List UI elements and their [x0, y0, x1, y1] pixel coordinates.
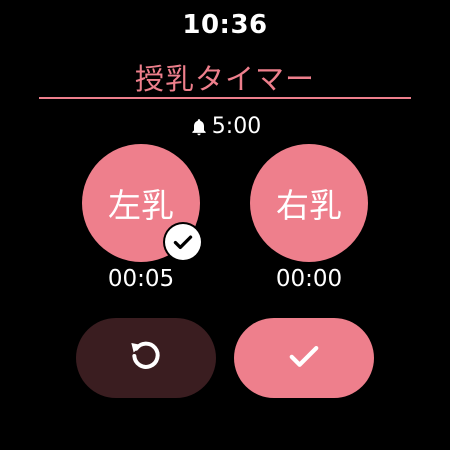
right-breast-button[interactable]: 右乳 — [250, 144, 368, 262]
bell-icon — [189, 117, 209, 137]
status-time: 10:36 — [182, 10, 268, 40]
left-elapsed-time: 00:05 — [107, 266, 175, 292]
confirm-button[interactable] — [234, 318, 374, 398]
title-divider — [39, 97, 411, 99]
check-icon — [283, 335, 325, 381]
reset-button[interactable] — [76, 318, 216, 398]
alarm-time: 5:00 — [211, 114, 262, 139]
right-elapsed-time: 00:00 — [275, 266, 343, 292]
alarm-indicator: 5:00 — [0, 114, 450, 139]
page-title: 授乳タイマー — [134, 62, 315, 96]
left-breast-label: 左乳 — [108, 186, 174, 225]
selected-check-icon — [165, 224, 201, 260]
reset-icon — [126, 336, 166, 380]
right-breast-label: 右乳 — [276, 186, 342, 225]
